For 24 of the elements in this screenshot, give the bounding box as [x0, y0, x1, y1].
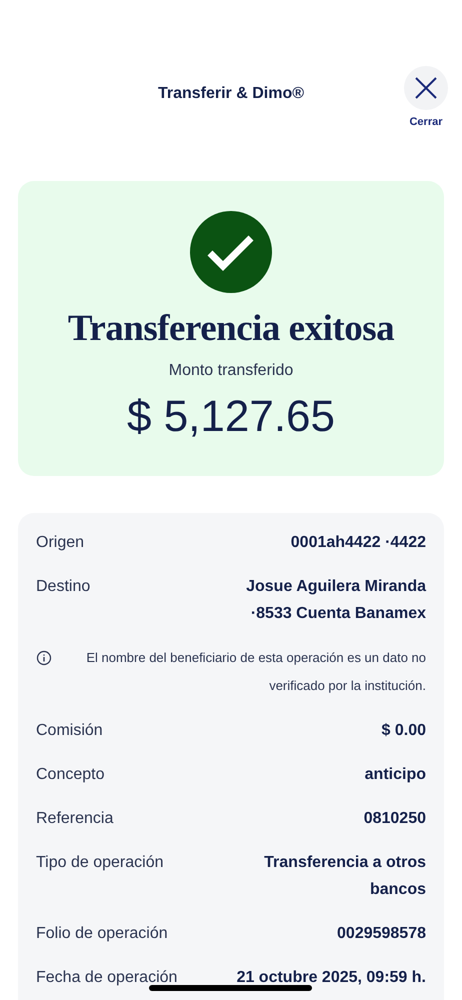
close-icon [414, 76, 438, 100]
detail-label: Concepto [36, 765, 104, 785]
detail-label: Destino [36, 577, 90, 597]
detail-value: 0810250 [364, 809, 426, 829]
info-icon [36, 650, 52, 666]
success-title: Transferencia exitosa [68, 307, 394, 351]
amount-label: Monto transferido [168, 361, 294, 381]
check-circle-icon [190, 211, 272, 293]
detail-value: Transferencia a otros bancos [263, 853, 426, 900]
detail-label: Folio de operación [36, 924, 168, 944]
detail-value: $ 0.00 [382, 721, 426, 741]
detail-label: Origen [36, 533, 84, 553]
detail-value: 0029598578 [337, 924, 426, 944]
detail-value: 21 octubre 2025, 09:59 h. [236, 968, 426, 988]
detail-value: 0001ah4422 ·4422 [290, 533, 426, 553]
screen-title: Transferir & Dimo® [158, 84, 304, 104]
beneficiary-note: El nombre del beneficiario de esta operación es un dato no verificado por la institución. [85, 649, 426, 695]
detail-value: anticipo [364, 765, 426, 785]
detail-value: Josue Aguilera Miranda ·8533 Cuenta Banamex [245, 577, 426, 624]
amount-value: $ 5,127.65 [127, 391, 335, 443]
detail-label: Referencia [36, 809, 114, 829]
detail-label: Tipo de operación [36, 853, 164, 873]
detail-label: Fecha de operación [36, 968, 178, 988]
detail-label: Comisión [36, 721, 103, 741]
